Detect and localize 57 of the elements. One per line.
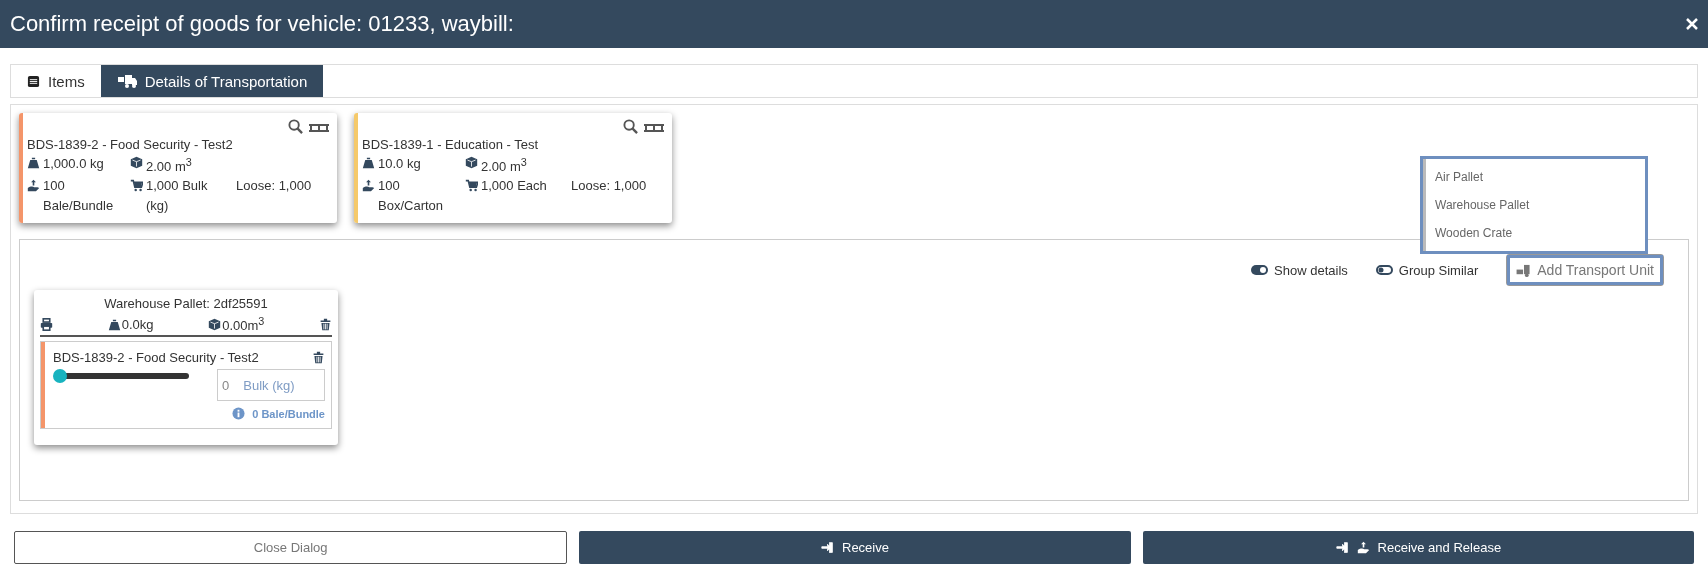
unit-title: Warehouse Pallet: 2df25591 <box>103 296 269 311</box>
add-transport-unit-button[interactable]: Add Transport Unit <box>1507 255 1663 285</box>
toggle-label: Show details <box>1274 262 1348 278</box>
quantity-field[interactable]: 0 Bulk (kg) <box>217 369 325 402</box>
truck-loading-icon <box>116 74 137 88</box>
print-icon[interactable] <box>40 317 53 331</box>
cart-icon <box>465 179 478 193</box>
item-title: BDS-1839-1 - Education - Test <box>362 137 540 152</box>
dialog-button[interactable]: Receive <box>579 531 1131 564</box>
toggle-label: Group Similar <box>1398 262 1479 278</box>
loose-text: Loose: 1,000 <box>236 177 312 196</box>
quantity-text: 100 Box/Carton <box>378 177 445 216</box>
quantity-slider[interactable] <box>53 369 189 384</box>
hand-box-icon <box>362 179 375 193</box>
dialog-button[interactable]: Close Dialog <box>14 531 568 564</box>
weight-icon <box>362 156 375 169</box>
menu-item[interactable]: Wooden Crate <box>1423 219 1645 247</box>
item-title: BDS-1839-2 - Food Security - Test2 <box>53 350 259 366</box>
volume-text: 2.00 m$^{3}$ <box>146 156 192 175</box>
tab[interactable]: Details of Transportation <box>100 65 324 97</box>
window-title: Confirm receipt of goods for vehicle: 01233, waybill: <box>10 11 514 37</box>
cube-icon <box>208 317 222 331</box>
sign-in-icon <box>821 541 834 554</box>
weight-text: 1,000.0 kg <box>43 156 104 171</box>
item-title: BDS-1839-2 - Food Security - Test2 <box>27 137 234 152</box>
info-icon <box>232 407 246 421</box>
quantity-text: 100 Bale/Bundle <box>43 177 115 216</box>
trash-icon[interactable] <box>319 317 332 331</box>
toggle-switch[interactable] <box>1251 265 1269 275</box>
close-icon[interactable] <box>1686 18 1698 30</box>
search-icon[interactable] <box>623 119 638 134</box>
search-icon[interactable] <box>288 119 303 134</box>
weight-text: 0.0kg <box>121 316 154 332</box>
loose-text: Loose: 1,000 <box>571 177 647 196</box>
pallet-icon[interactable] <box>644 123 664 133</box>
package-note: 0 Bale/Bundle <box>252 407 325 420</box>
menu-item[interactable]: Air Pallet <box>1423 163 1645 191</box>
hand-box-icon <box>27 179 40 193</box>
units-text: 1,000 Bulk (kg) <box>146 177 209 216</box>
cube-icon <box>465 156 478 169</box>
weight-icon <box>107 317 121 331</box>
hand-box-icon <box>1356 541 1370 554</box>
volume-text: 2.00 m$^{3}$ <box>481 156 527 175</box>
menu-item[interactable]: Warehouse Pallet <box>1423 191 1645 219</box>
sign-in-icon <box>1335 541 1349 554</box>
dialog-button[interactable]: Receive and Release <box>1142 531 1694 564</box>
weight-icon <box>27 156 40 169</box>
trash-icon[interactable] <box>312 351 325 365</box>
nfi-icon <box>27 74 40 88</box>
units-text: 1,000 Each <box>481 177 547 196</box>
slider-thumb[interactable] <box>53 369 67 384</box>
pallet-icon[interactable] <box>309 123 329 133</box>
cube-icon <box>130 156 143 169</box>
toggle-switch[interactable] <box>1375 265 1393 275</box>
cart-icon <box>130 179 143 193</box>
weight-text: 10.0 kg <box>378 156 421 171</box>
volume-text: 0.00m$^{3}$ <box>222 315 265 334</box>
